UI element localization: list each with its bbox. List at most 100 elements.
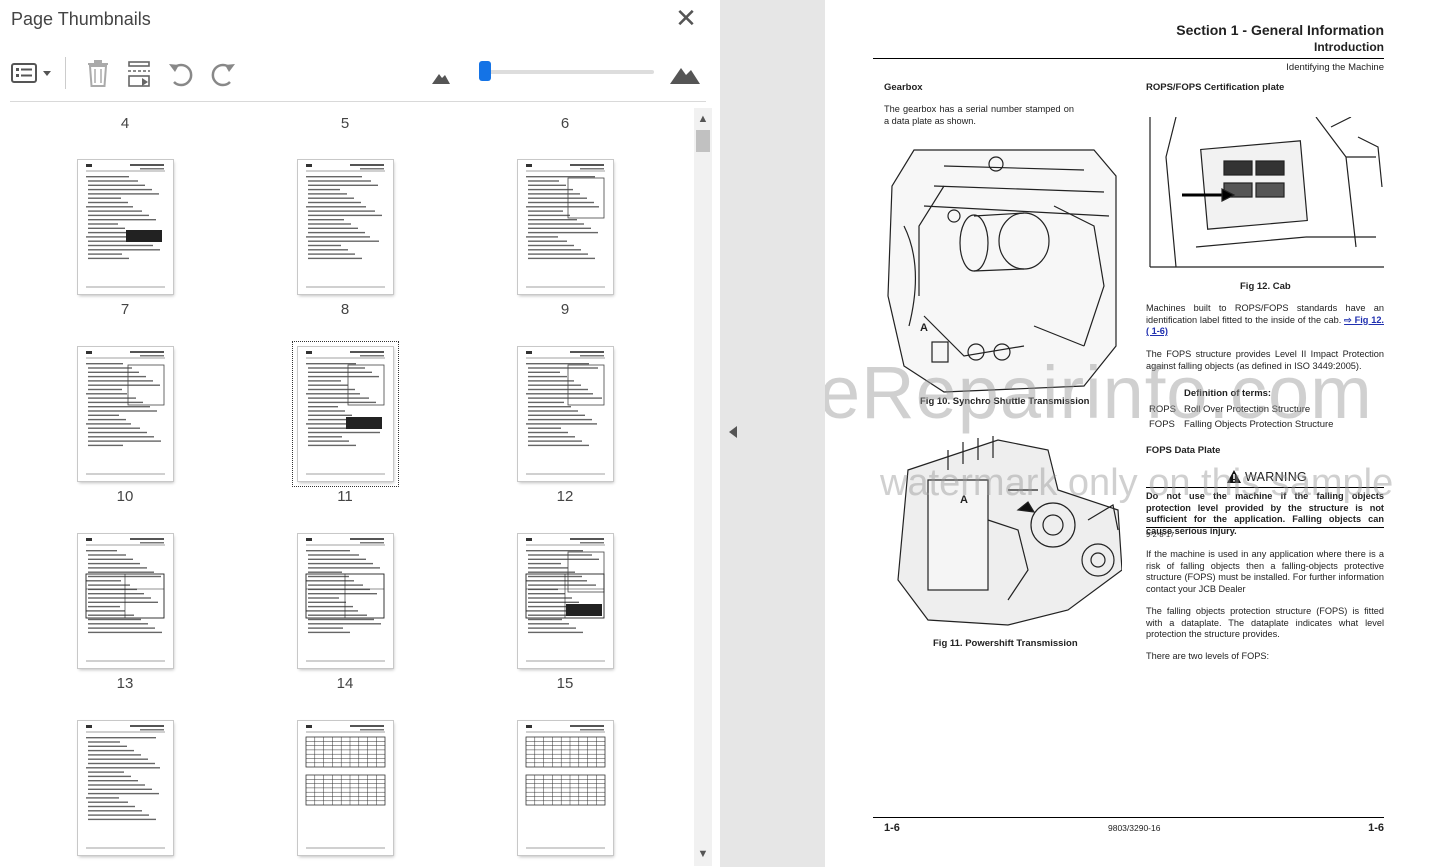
synchro-shuttle-figure — [887, 149, 1117, 393]
scroll-down-button[interactable]: ▼ — [694, 845, 712, 863]
gearbox-text: The gearbox has a serial number stamped … — [884, 104, 1074, 126]
insert-page-button[interactable] — [126, 56, 154, 90]
powershift-figure — [897, 436, 1122, 626]
fig11-label-a: A — [960, 494, 968, 506]
scroll-up-button[interactable]: ▲ — [694, 110, 712, 128]
page-thumbnail[interactable] — [78, 347, 173, 481]
dataplate-paragraph: The falling objects protection structure… — [1146, 606, 1384, 640]
thumbnail-grid: 4 5 6 7 8 9 10 11 12 13 14 15 — [0, 103, 692, 867]
subsection-title: Introduction — [1314, 40, 1384, 54]
rotate-right-icon — [211, 63, 235, 87]
page-preview-graphic — [525, 725, 606, 849]
delete-pages-button[interactable] — [84, 56, 112, 90]
rops-text: Machines built to ROPS/FOPS standards ha… — [1146, 303, 1384, 338]
zoom-in-button[interactable] — [668, 56, 702, 90]
thumbnail-label: 11 — [337, 488, 353, 505]
thumbnail-label: 12 — [556, 488, 574, 505]
warning-text: Do not use the machine if the falling ob… — [1146, 491, 1384, 536]
fops-plate-heading: FOPS Data Plate — [1146, 445, 1221, 456]
page-thumbnail[interactable] — [518, 534, 613, 668]
toolbar-divider — [10, 101, 706, 102]
large-mountain-icon — [670, 68, 700, 84]
thumbnail-label: 14 — [336, 675, 354, 692]
slider-handle[interactable] — [479, 61, 492, 81]
page-thumbnail[interactable] — [298, 721, 393, 855]
section-title: Section 1 - General Information — [1176, 22, 1384, 38]
insert-page-icon — [128, 61, 150, 87]
fig10-caption: Fig 10. Synchro Shuttle Transmission — [920, 396, 1090, 407]
term-meaning: Falling Objects Protection Structure — [1184, 419, 1334, 430]
thumbnail-label: 15 — [556, 675, 574, 692]
term-abbr: ROPS — [1149, 404, 1176, 415]
page-thumbnails-panel: Page Thumbnails ✕ 4 5 6 7 8 9 10 11 12 1… — [0, 0, 720, 867]
thumbnail-options-icon — [11, 63, 51, 83]
page-thumbnail[interactable] — [292, 341, 399, 487]
scrollbar-thumb[interactable] — [696, 130, 710, 152]
levels-paragraph: There are two levels of FOPS: — [1146, 651, 1270, 661]
footer-page-right: 1-6 — [1368, 822, 1384, 834]
page-preview-graphic — [86, 164, 165, 288]
page-thumbnail[interactable] — [78, 160, 173, 294]
page-thumbnail[interactable] — [298, 534, 393, 668]
page-preview-graphic — [305, 538, 385, 662]
footer-page-left: 1-6 — [884, 822, 900, 834]
warning-code: 9-2-8-17 — [1146, 530, 1175, 539]
rotate-left-icon — [169, 63, 193, 87]
gearbox-heading: Gearbox — [884, 82, 923, 93]
fig11-caption: Fig 11. Powershift Transmission — [933, 638, 1078, 649]
page-thumbnail[interactable] — [518, 160, 613, 294]
page-preview-graphic — [305, 725, 386, 849]
thumbnail-size-slider[interactable] — [482, 70, 654, 74]
fig12-caption: Fig 12. Cab — [1240, 281, 1291, 292]
fig10-label-a: A — [920, 322, 928, 334]
close-panel-button[interactable]: ✕ — [675, 5, 697, 31]
cab-figure — [1149, 117, 1384, 268]
term-meaning: Roll Over Protection Structure — [1184, 404, 1311, 415]
thumbnail-options-button[interactable] — [10, 56, 54, 90]
page-thumbnail[interactable] — [518, 721, 613, 855]
warning-rule-bottom — [1146, 527, 1384, 528]
thumbnail-label: 4 — [120, 115, 130, 132]
page-preview-graphic — [526, 351, 605, 475]
thumbnail-label: 13 — [116, 675, 134, 692]
warning-title: WARNING — [1245, 470, 1308, 484]
thumbnail-label: 6 — [560, 115, 570, 132]
header-rule — [873, 58, 1384, 59]
rotate-right-button[interactable] — [208, 56, 238, 90]
footer-rule — [873, 817, 1384, 818]
page-preview-graphic — [525, 538, 605, 662]
collapse-panel-arrow-icon[interactable] — [729, 426, 737, 438]
thumbnail-label: 5 — [340, 115, 350, 132]
panel-title: Page Thumbnails — [11, 9, 151, 29]
thumbnails-toolbar — [0, 52, 710, 94]
page-preview-graphic — [306, 164, 385, 288]
definition-heading: Definition of terms: — [1184, 388, 1272, 399]
trash-icon — [88, 60, 108, 87]
page-preview-graphic — [526, 164, 605, 288]
toolbar-separator — [65, 57, 66, 89]
footer-doc-number: 9803/3290-16 — [1108, 823, 1161, 833]
page-preview-graphic — [85, 538, 165, 662]
page-preview-graphic — [86, 351, 165, 475]
page-thumbnail[interactable] — [78, 534, 173, 668]
page-preview-graphic — [86, 725, 165, 849]
warning-rule-top — [1146, 487, 1384, 488]
thumbnail-label: 8 — [340, 301, 350, 318]
page-preview-graphic — [306, 351, 385, 475]
small-mountain-icon — [432, 74, 450, 84]
term-abbr: FOPS — [1149, 419, 1175, 430]
page-thumbnail[interactable] — [298, 160, 393, 294]
thumbnail-label: 10 — [116, 488, 134, 505]
thumbnail-label: 9 — [560, 301, 570, 318]
thumbnail-label: 7 — [120, 301, 130, 318]
rops-heading: ROPS/FOPS Certification plate — [1146, 82, 1285, 93]
document-page: Section 1 - General Information Introduc… — [825, 0, 1437, 867]
fops-text: The FOPS structure provides Level II Imp… — [1146, 349, 1384, 371]
warning-triangle-icon — [1227, 470, 1241, 483]
rotate-left-button[interactable] — [166, 56, 196, 90]
thumbnail-scrollbar[interactable] — [694, 108, 712, 866]
topic-title: Identifying the Machine — [1286, 62, 1384, 73]
page-thumbnail[interactable] — [518, 347, 613, 481]
zoom-out-button[interactable] — [430, 56, 452, 90]
page-thumbnail[interactable] — [78, 721, 173, 855]
